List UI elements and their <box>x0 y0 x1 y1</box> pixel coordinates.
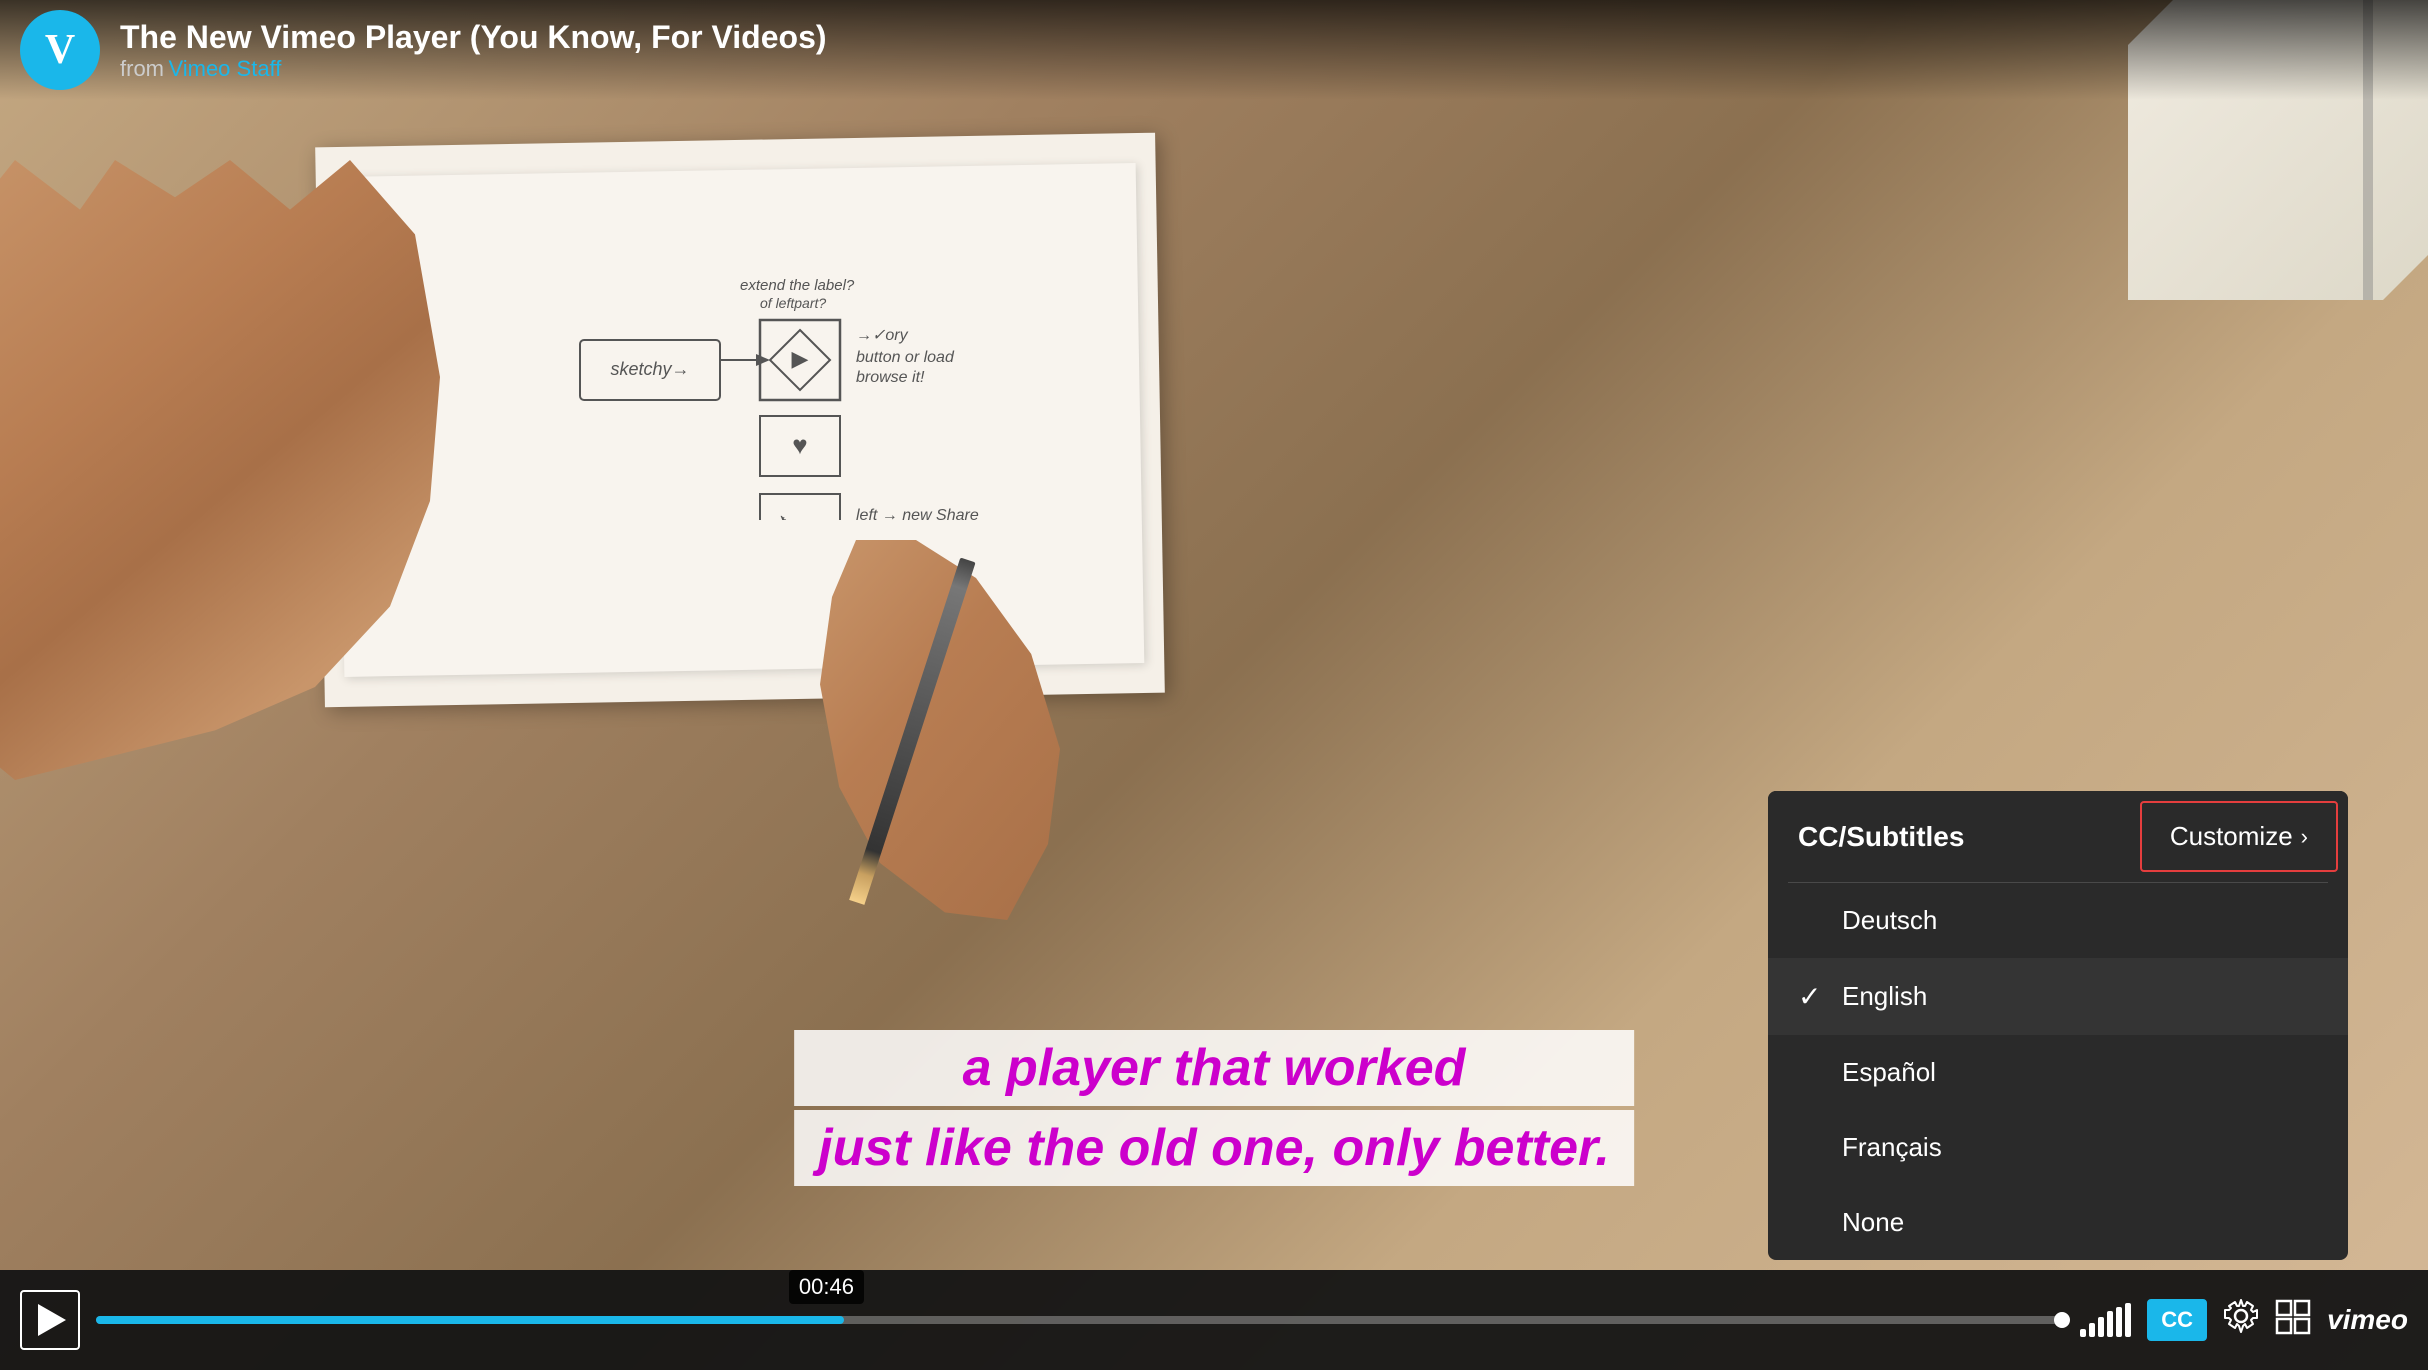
customize-label: Customize <box>2170 821 2293 852</box>
check-icon: ✓ <box>1798 980 1826 1013</box>
vimeo-v-icon: V <box>45 26 75 74</box>
cc-option-label-espanol: Español <box>1842 1057 1936 1088</box>
sketch-diagram: sketchy→ ▶ →✓ory button or load browse i… <box>560 220 1160 520</box>
cc-option-english[interactable]: ✓ English <box>1768 958 2348 1035</box>
grid-icon <box>2275 1299 2311 1335</box>
customize-button[interactable]: Customize › <box>2140 801 2338 872</box>
cc-option-label-english: English <box>1842 981 1927 1012</box>
from-label: from <box>120 56 164 81</box>
cc-button-label: CC <box>2161 1307 2193 1332</box>
subtitle-line-1: a player that worked <box>794 1030 1634 1106</box>
subtitle-container: a player that worked just like the old o… <box>794 1030 1634 1190</box>
fullscreen-button[interactable] <box>2275 1299 2311 1342</box>
settings-button[interactable] <box>2223 1298 2259 1342</box>
vol-bar-2 <box>2089 1323 2095 1337</box>
chevron-right-icon: › <box>2301 824 2308 850</box>
vol-bar-4 <box>2107 1311 2113 1337</box>
cc-option-deutsch[interactable]: Deutsch <box>1768 883 2348 958</box>
volume-control[interactable] <box>2080 1303 2131 1337</box>
vimeo-watermark: vimeo <box>2327 1304 2408 1336</box>
cc-option-label-none: None <box>1842 1207 1904 1238</box>
title-area: The New Vimeo Player (You Know, For Vide… <box>120 19 827 82</box>
svg-text:button or load: button or load <box>856 349 955 366</box>
vimeo-logo: V <box>20 10 100 90</box>
vol-bar-6 <box>2125 1303 2131 1337</box>
time-badge: 00:46 <box>789 1270 864 1304</box>
video-title: The New Vimeo Player (You Know, For Vide… <box>120 19 827 56</box>
svg-text:♥: ♥ <box>792 430 807 460</box>
cc-title: CC/Subtitles <box>1768 797 2130 877</box>
progress-bar[interactable]: 00:46 <box>96 1316 2064 1324</box>
svg-text:→✓ory: →✓ory <box>856 327 909 344</box>
vol-bar-5 <box>2116 1307 2122 1337</box>
play-icon <box>38 1304 66 1336</box>
cc-option-espanol[interactable]: Español <box>1768 1035 2348 1110</box>
cc-button[interactable]: CC <box>2147 1299 2207 1341</box>
svg-text:left → new Share: left → new Share <box>856 507 979 520</box>
vol-bar-1 <box>2080 1329 2086 1337</box>
video-container: sketchy→ ▶ →✓ory button or load browse i… <box>0 0 2428 1370</box>
svg-text:browse it!: browse it! <box>856 369 925 386</box>
progress-filled <box>96 1316 844 1324</box>
play-button[interactable] <box>20 1290 80 1350</box>
svg-text:extend the label?: extend the label? <box>740 277 855 294</box>
video-from: from Vimeo Staff <box>120 56 827 82</box>
cc-option-label-francais: Français <box>1842 1132 1942 1163</box>
cc-header: CC/Subtitles Customize › <box>1768 791 2348 882</box>
subtitle-line-2: just like the old one, only better. <box>794 1110 1634 1186</box>
cc-subtitles-dropdown: CC/Subtitles Customize › Deutsch ✓ Engli… <box>1768 791 2348 1260</box>
gear-icon <box>2223 1298 2259 1334</box>
svg-text:▶: ▶ <box>792 346 809 371</box>
progress-scrubber[interactable] <box>2054 1312 2070 1328</box>
vol-bar-3 <box>2098 1317 2104 1337</box>
svg-text:✈: ✈ <box>775 513 792 520</box>
svg-text:of leftpart?: of leftpart? <box>760 295 826 311</box>
svg-text:sketchy→: sketchy→ <box>610 359 689 379</box>
cc-option-francais[interactable]: Français <box>1768 1110 2348 1185</box>
top-bar: V The New Vimeo Player (You Know, For Vi… <box>0 0 2428 100</box>
author-link[interactable]: Vimeo Staff <box>168 56 281 81</box>
cc-option-label-deutsch: Deutsch <box>1842 905 1937 936</box>
cc-option-none[interactable]: None <box>1768 1185 2348 1260</box>
controls-bar: 00:46 CC <box>0 1270 2428 1370</box>
